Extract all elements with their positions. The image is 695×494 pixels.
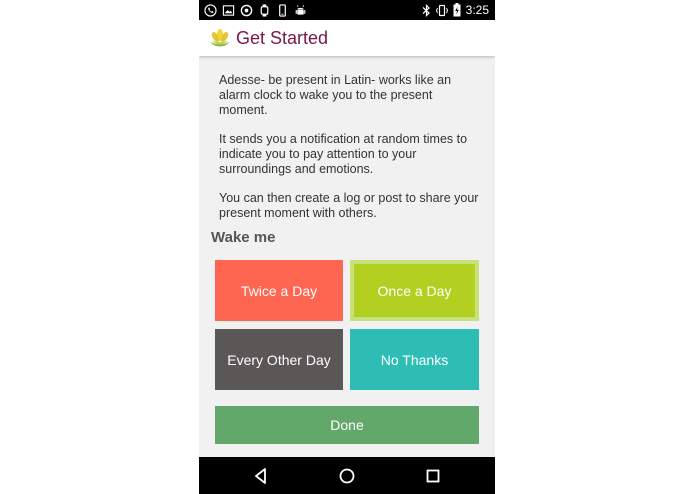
vibrate-icon: [435, 4, 448, 16]
every-other-day-button[interactable]: Every Other Day: [215, 329, 343, 390]
page-title: Get Started: [236, 28, 329, 48]
no-thanks-button[interactable]: No Thanks: [350, 329, 479, 390]
battery-charging-icon: [453, 3, 461, 17]
phone-screen: 3:25 Get Started Adesse- be present in L…: [199, 0, 495, 494]
status-bar: 3:25: [199, 0, 495, 20]
once-a-day-button[interactable]: Once a Day: [350, 260, 479, 321]
intro-paragraph-3: You can then create a log or post to sha…: [219, 191, 479, 220]
navigation-bar: [199, 457, 495, 494]
intro-text: Adesse- be present in Latin- works like …: [219, 73, 481, 235]
back-icon[interactable]: [251, 466, 271, 486]
app-bar: Get Started: [199, 20, 495, 56]
done-button[interactable]: Done: [215, 406, 479, 444]
bluetooth-icon: [422, 3, 430, 17]
recents-icon[interactable]: [423, 466, 443, 486]
lotus-icon: [210, 29, 230, 47]
phone-icon: [204, 3, 217, 17]
home-icon[interactable]: [337, 466, 357, 486]
voicemail-icon: [240, 4, 253, 16]
image-icon: [222, 4, 235, 16]
twice-a-day-button[interactable]: Twice a Day: [215, 260, 343, 321]
system-icons: 3:25: [422, 0, 489, 20]
mobile-device-icon: [279, 3, 286, 17]
intro-paragraph-2: It sends you a notification at random ti…: [219, 132, 468, 176]
android-icon: [295, 4, 306, 15]
watch-icon: [260, 3, 269, 17]
intro-paragraph-1: Adesse- be present in Latin- works like …: [219, 73, 452, 117]
status-time: 3:25: [465, 3, 489, 17]
notification-icons: [204, 2, 307, 18]
wake-me-label: Wake me: [211, 229, 276, 246]
